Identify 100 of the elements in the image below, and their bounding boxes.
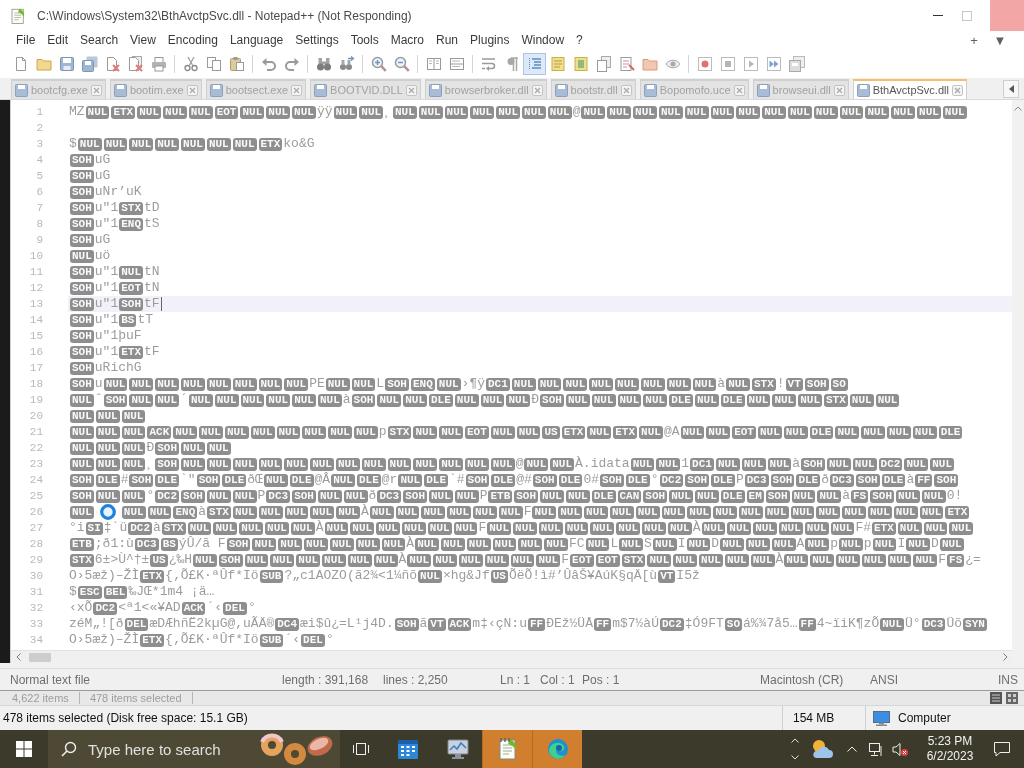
menu-item[interactable]: Search [74, 32, 125, 49]
control-char-badge: NUL [647, 553, 672, 567]
control-char-badge: NUL [897, 521, 922, 535]
control-char-badge: NUL [830, 521, 855, 535]
close-icon[interactable] [951, 84, 963, 96]
menu-item[interactable]: Run [430, 32, 465, 49]
control-char-badge: NUL [240, 393, 265, 407]
toolbar-button[interactable] [523, 53, 546, 75]
menu-item[interactable]: File [10, 32, 42, 49]
close-icon[interactable] [405, 84, 417, 96]
menu-item[interactable]: Settings [289, 32, 345, 49]
monitor-chart-icon [445, 737, 470, 761]
chevron-up-icon [847, 746, 857, 752]
close-icon[interactable] [531, 84, 543, 96]
control-char-badge: ETX [561, 425, 586, 439]
control-char-badge: NUL [454, 489, 479, 503]
editor-text: ‡Ó9FT [684, 616, 724, 632]
editor-text: ÕëÕ!ì#’ÛâŠ¥AúK§qÄ[ù [508, 568, 658, 584]
line-number: 33 [29, 617, 43, 632]
control-char-badge: SOH [218, 553, 243, 567]
control-char-badge: SOH [801, 457, 825, 471]
control-char-badge: NUL [842, 505, 866, 519]
editor-text: `" [180, 472, 196, 488]
control-char-badge: NUL [427, 521, 452, 535]
control-char-badge: NUL [496, 105, 521, 119]
menu-item[interactable]: Edit [41, 32, 75, 49]
editor-text: ¿= [965, 552, 981, 568]
control-char-badge: DC2 [878, 457, 903, 471]
editor-text: u"1 [94, 216, 119, 232]
control-char-badge: NUL [558, 505, 583, 519]
control-char-badge: US [490, 569, 508, 583]
control-char-badge: NUL [398, 473, 423, 487]
file-tab[interactable]: BthAvctpSvc.dll [852, 79, 967, 99]
tab-list-button[interactable]: ▼ [987, 32, 1013, 49]
clock[interactable]: 5:23 PM 6/2/2023 [912, 730, 988, 768]
control-char-badge: EOT [119, 281, 144, 295]
control-char-badge: DEL [301, 633, 325, 647]
menu-item[interactable]: Plugins [464, 32, 516, 49]
menu-item[interactable]: View [124, 32, 162, 49]
control-char-badge: NUL [498, 505, 523, 519]
menu-item[interactable]: Language [223, 32, 290, 49]
control-char-badge: SOH [70, 169, 94, 183]
tab-scroll-button[interactable] [1003, 80, 1019, 98]
line-status: Ln : 1 [500, 672, 532, 687]
menu-item[interactable]: Tools [344, 32, 385, 49]
close-icon[interactable] [733, 84, 745, 96]
control-char-badge: SOH [226, 537, 251, 551]
play-icon [742, 56, 759, 72]
details-view-icon[interactable] [990, 692, 1002, 704]
line-number: 29 [29, 553, 43, 568]
new-tab-button[interactable]: + [961, 32, 987, 49]
control-char-badge: NUL [764, 505, 789, 519]
chevron-up-icon[interactable] [1014, 106, 1022, 111]
control-char-badge: NUL [173, 425, 198, 439]
control-char-badge: NUL [373, 553, 398, 567]
control-char-badge: NUL [95, 457, 120, 471]
control-char-badge: NUL [581, 105, 606, 119]
thumbnail-view-icon[interactable] [1006, 692, 1018, 704]
control-char-badge: NUL [265, 521, 289, 535]
list-page-icon [618, 56, 635, 72]
close-icon[interactable] [620, 84, 632, 96]
menu-item[interactable]: ? [570, 32, 589, 49]
close-icon[interactable] [186, 84, 198, 96]
control-char-badge: SOH [70, 281, 94, 295]
close-icon[interactable] [291, 84, 303, 96]
control-char-badge: NUL [565, 393, 590, 407]
control-char-badge: NUL [913, 553, 938, 567]
editor-text: À [406, 536, 415, 552]
editor-text: ð [368, 488, 377, 504]
close-icon[interactable] [833, 84, 845, 96]
control-char-badge: NUL [181, 137, 205, 151]
control-char-badge: NUL [585, 537, 610, 551]
control-char-badge: SOH [514, 489, 539, 503]
control-char-badge: NUL [524, 457, 549, 471]
control-char-badge: NUL [852, 457, 877, 471]
line-number: 1 [36, 105, 43, 120]
control-char-badge: FF [527, 617, 546, 631]
control-char-badge: NUL [317, 489, 342, 503]
control-char-badge: NUL [206, 457, 231, 471]
editor-text: ° [325, 632, 334, 648]
scroll-thumb[interactable] [29, 652, 51, 662]
editor-text: tN [144, 280, 160, 296]
vertical-scrollbar[interactable] [1012, 100, 1024, 663]
editor-text: ! [776, 376, 785, 392]
tab-label: BOOTVID.DLL [330, 84, 403, 96]
control-char-badge: NUL [95, 409, 120, 423]
menu-item[interactable]: Window [515, 32, 571, 49]
editor-text: F [478, 520, 487, 536]
control-char-badge: US [542, 425, 560, 439]
menu-item[interactable]: Encoding [161, 32, 224, 49]
map-page-icon [572, 56, 589, 72]
control-char-badge: NUL [865, 105, 890, 119]
editor-text: À [315, 520, 324, 536]
control-char-badge: NUL [187, 521, 212, 535]
control-char-badge: NUL [188, 105, 213, 119]
line-number: 34 [29, 633, 43, 648]
close-icon[interactable] [90, 84, 102, 96]
control-char-badge: NUL [232, 489, 257, 503]
control-char-badge: NUL [917, 105, 941, 119]
menu-item[interactable]: Macro [384, 32, 430, 49]
